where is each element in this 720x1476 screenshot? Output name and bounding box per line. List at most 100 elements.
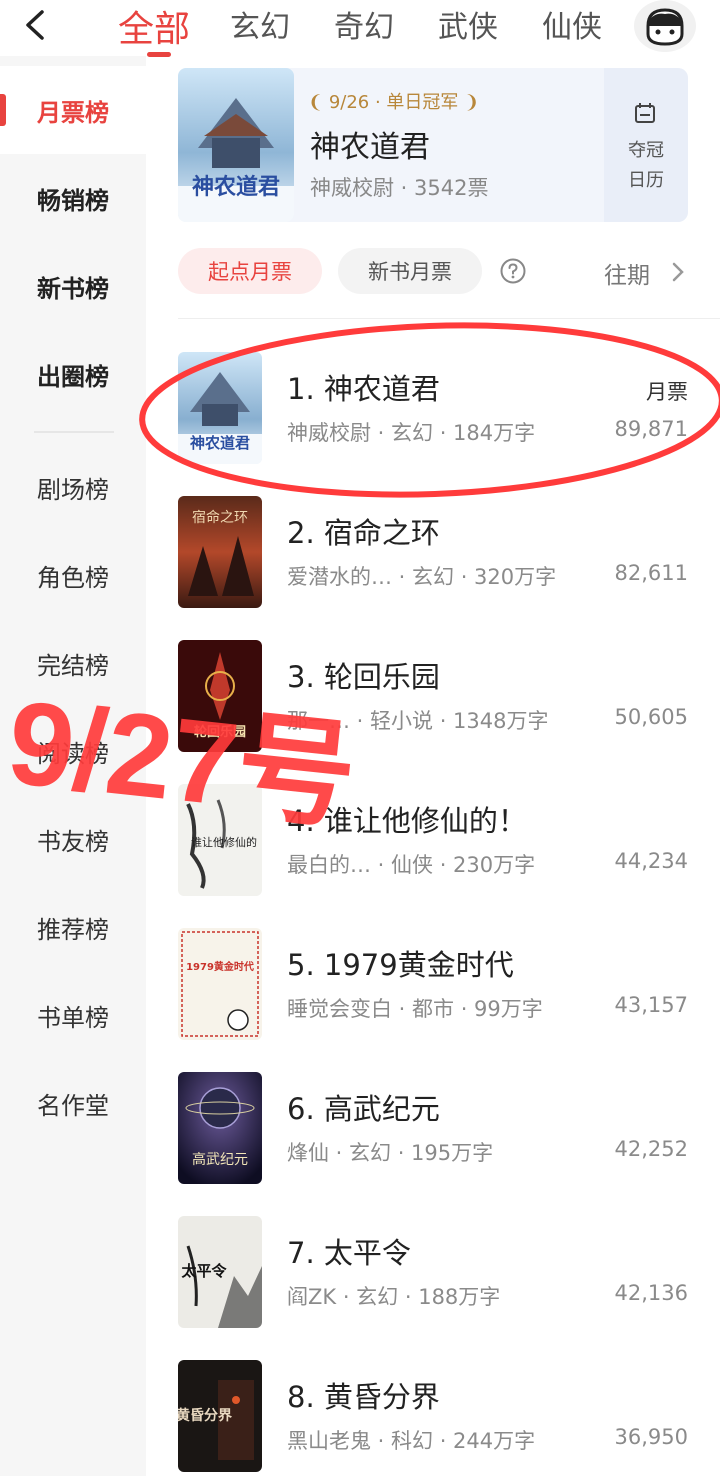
rank-row-5[interactable]: 1979黄金时代 5. 1979黄金时代 睡觉会变白 · 都市 · 99万字 4… [178,928,688,1040]
book-meta: 爱潜水的… · 玄幻 · 320万字 [287,565,557,589]
rank-row-6[interactable]: 高武纪元 6. 高武纪元 烽仙 · 玄幻 · 195万字 42,252 [178,1072,688,1184]
rank-row-1[interactable]: 神农道君 1. 神农道君 神威校尉 · 玄幻 · 184万字 月票 89,871 [178,352,688,464]
tab-xianxia[interactable]: 仙侠 [542,2,602,46]
ticket-count: 42,252 [614,1137,688,1161]
book-title: 4. 谁让他修仙的！ [287,804,527,838]
svg-text:谁让他修仙的: 谁让他修仙的 [191,835,257,849]
ticket-count: 44,234 [614,849,688,873]
book-title: 6. 高武纪元 [287,1092,440,1126]
rank-row-8[interactable]: 黄昏分界 8. 黄昏分界 黑山老鬼 · 科幻 · 244万字 36,950 [178,1360,688,1472]
sidebar-item-label: 阅读榜 [37,739,109,768]
svg-text:高武纪元: 高武纪元 [192,1151,248,1168]
book-meta: 阎ZK · 玄幻 · 188万字 [287,1285,501,1309]
ticket-count: 82,611 [614,561,688,585]
book-title: 1. 神农道君 [287,372,440,406]
banner-book-title: 神农道君 [310,130,430,165]
daily-champion-badge: ❨ 9/26 · 单日冠军 ❩ [308,88,479,114]
sidebar-item-reader-friends[interactable]: 书友榜 [0,795,146,883]
sidebar-item-label: 角色榜 [37,563,109,592]
sidebar-item-label: 书友榜 [37,827,109,856]
help-icon[interactable] [500,258,526,284]
sidebar-divider [34,431,114,433]
book-title: 3. 轮回乐园 [287,660,440,694]
book-cover: 高武纪元 [178,1072,262,1184]
sidebar-item-recommend[interactable]: 推荐榜 [0,883,146,971]
rank-row-3[interactable]: 轮回乐园 3. 轮回乐园 那一… · 轻小说 · 1348万字 50,605 [178,640,688,752]
sidebar-item-new-book[interactable]: 新书榜 [0,242,146,330]
book-meta: 睡觉会变白 · 都市 · 99万字 [287,997,543,1021]
sidebar-item-reading[interactable]: 阅读榜 [0,707,146,795]
tab-qihuan[interactable]: 奇幻 [334,2,394,46]
book-cover: 太平令 [178,1216,262,1328]
book-meta: 最白的… · 仙侠 · 230万字 [287,853,536,877]
svg-text:神农道君: 神农道君 [192,174,280,200]
sidebar-item-monthly-ticket[interactable]: 月票榜 [0,66,146,154]
ticket-count: 43,157 [614,993,688,1017]
ranking-sidebar: 月票榜 畅销榜 新书榜 出圈榜 剧场榜 角色榜 完结榜 阅读榜 书友榜 推荐榜 … [0,56,146,1476]
ticket-count: 36,950 [614,1425,688,1449]
book-title: 8. 黄昏分界 [287,1380,440,1414]
avatar-icon[interactable] [634,0,696,52]
book-meta: 黑山老鬼 · 科幻 · 244万字 [287,1429,536,1453]
laurel-left-icon: ❨ [308,92,324,113]
sidebar-item-label: 出圈榜 [37,362,109,391]
sidebar-item-label: 月票榜 [37,98,109,127]
sidebar-item-label: 名作堂 [37,1091,109,1120]
banner-book-meta: 神威校尉 · 3542票 [310,176,489,200]
svg-text:1979黄金时代: 1979黄金时代 [186,960,254,973]
sidebar-item-breakout[interactable]: 出圈榜 [0,330,146,418]
book-cover: 谁让他修仙的 [178,784,262,896]
active-tab-indicator [147,52,171,57]
svg-text:太平令: 太平令 [181,1262,227,1280]
sidebar-item-label: 剧场榜 [37,475,109,504]
svg-text:轮回乐园: 轮回乐园 [194,724,246,740]
rank-row-4[interactable]: 谁让他修仙的 4. 谁让他修仙的！ 最白的… · 仙侠 · 230万字 44,2… [178,784,688,896]
sidebar-item-booklist[interactable]: 书单榜 [0,971,146,1059]
ticket-count: 42,136 [614,1281,688,1305]
tab-all[interactable]: 全部 [118,0,190,52]
chevron-right-icon[interactable] [671,260,685,284]
book-meta: 那一… · 轻小说 · 1348万字 [287,709,549,733]
book-cover: 神农道君 [178,352,262,464]
book-meta: 神威校尉 · 玄幻 · 184万字 [287,421,536,445]
top-bar: 全部 玄幻 奇幻 武侠 仙侠 [0,0,720,57]
book-title: 7. 太平令 [287,1236,411,1270]
book-cover: 1979黄金时代 [178,928,262,1040]
book-cover: 轮回乐园 [178,640,262,752]
sidebar-item-theater[interactable]: 剧场榜 [0,443,146,531]
sidebar-item-label: 书单榜 [37,1003,109,1032]
past-periods-link[interactable]: 往期 [604,256,650,290]
book-title: 2. 宿命之环 [287,516,440,550]
daily-champion-banner[interactable]: 神农道君 ❨ 9/26 · 单日冠军 ❩ 神农道君 神威校尉 · 3542票 夺… [178,68,688,222]
ticket-count: 50,605 [614,705,688,729]
sidebar-item-hall-of-fame[interactable]: 名作堂 [0,1059,146,1147]
sidebar-item-label: 新书榜 [37,274,109,303]
tab-xuanhuan[interactable]: 玄幻 [230,2,290,46]
laurel-right-icon: ❩ [464,92,480,113]
back-arrow-icon[interactable] [18,8,52,42]
svg-text:黄昏分界: 黄昏分界 [178,1407,233,1424]
monthly-ticket-label: 月票 [646,380,688,404]
rank-row-7[interactable]: 太平令 7. 太平令 阎ZK · 玄幻 · 188万字 42,136 [178,1216,688,1328]
calendar-label-line1: 夺冠 [628,140,664,161]
book-cover: 宿命之环 [178,496,262,608]
calendar-label-line2: 日历 [628,170,664,191]
book-cover: 神农道君 [178,68,294,222]
rank-row-2[interactable]: 宿命之环 2. 宿命之环 爱潜水的… · 玄幻 · 320万字 82,611 [178,496,688,608]
sidebar-item-completed[interactable]: 完结榜 [0,619,146,707]
book-meta: 烽仙 · 玄幻 · 195万字 [287,1141,494,1165]
sidebar-item-label: 完结榜 [37,651,109,680]
svg-text:宿命之环: 宿命之环 [192,509,248,526]
champion-calendar-button[interactable]: 夺冠 日历 [604,68,688,222]
sidebar-item-character[interactable]: 角色榜 [0,531,146,619]
tab-wuxia[interactable]: 武侠 [438,2,498,46]
book-cover: 黄昏分界 [178,1360,262,1472]
sidebar-item-label: 推荐榜 [37,915,109,944]
badge-text: 9/26 · 单日冠军 [328,92,459,113]
ticket-count: 89,871 [614,417,688,441]
divider [178,318,720,319]
subtab-new-book-monthly[interactable]: 新书月票 [338,248,482,294]
subtab-qidian-monthly[interactable]: 起点月票 [178,248,322,294]
svg-text:神农道君: 神农道君 [190,434,250,452]
sidebar-item-bestseller[interactable]: 畅销榜 [0,154,146,242]
